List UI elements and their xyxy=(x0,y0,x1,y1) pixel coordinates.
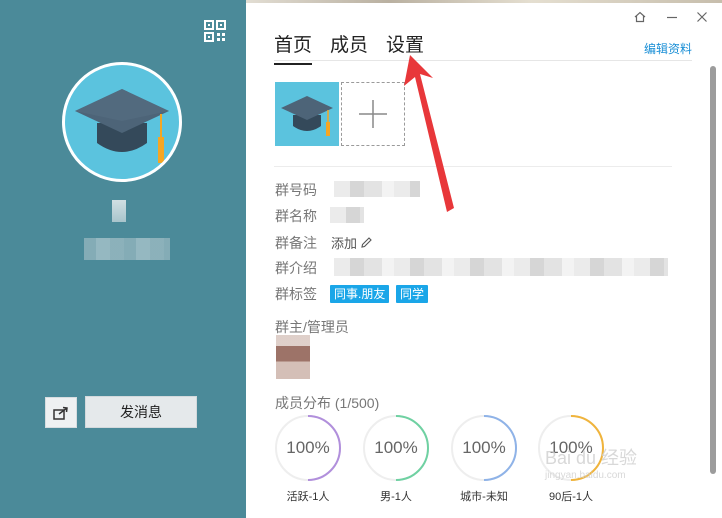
group-number-value xyxy=(334,181,420,197)
gauge-gender: 100% xyxy=(361,413,431,483)
edit-profile-link[interactable]: 编辑资料 xyxy=(644,40,692,57)
gauge-value: 100% xyxy=(374,438,418,457)
gauge-value: 100% xyxy=(286,438,330,457)
group-number-row: 群号码 xyxy=(275,180,327,200)
vertical-scrollbar[interactable] xyxy=(710,66,716,474)
gauge-value: 100% xyxy=(462,438,506,457)
plus-icon xyxy=(359,100,387,128)
group-name-label: 群名称 xyxy=(275,208,317,224)
group-intro-value xyxy=(334,258,668,276)
group-avatar[interactable] xyxy=(62,62,182,182)
group-number-redacted xyxy=(84,238,170,260)
group-photo-thumbnail[interactable] xyxy=(275,82,339,146)
tab-divider xyxy=(274,60,692,61)
section-divider xyxy=(274,166,672,167)
group-note-row: 群备注 xyxy=(275,233,327,253)
distribution-title: 成员分布 (1/500) xyxy=(275,395,380,411)
send-message-button[interactable]: 发消息 xyxy=(85,396,197,428)
group-intro-label: 群介绍 xyxy=(275,260,317,276)
admin-avatar[interactable] xyxy=(276,335,310,379)
watermark-url: jingyan.baidu.com xyxy=(545,470,626,481)
gauge-city: 100% xyxy=(449,413,519,483)
gauge-active: 100% xyxy=(273,413,343,483)
admins-title: 群主/管理员 xyxy=(275,319,349,335)
gauge-label: 活跃-1人 xyxy=(286,491,330,503)
group-note-label: 群备注 xyxy=(275,235,317,251)
group-name-redacted xyxy=(112,200,126,222)
group-tags-row: 群标签 xyxy=(275,284,327,304)
add-note-label: 添加 xyxy=(331,236,358,251)
close-icon[interactable] xyxy=(696,11,708,25)
group-profile-sidebar: 发消息 xyxy=(0,0,246,518)
group-number-label: 群号码 xyxy=(275,182,317,198)
share-icon xyxy=(53,406,68,420)
title-strip xyxy=(246,0,722,3)
pencil-icon xyxy=(361,237,372,248)
group-name-row: 群名称 xyxy=(275,206,327,226)
qr-code-icon[interactable] xyxy=(204,20,226,42)
graduation-cap-icon xyxy=(281,96,333,136)
group-name-value xyxy=(330,207,364,223)
graduation-cap-icon xyxy=(75,89,169,163)
gauge-label: 男-1人 xyxy=(380,491,412,503)
tag-chip[interactable]: 同学 xyxy=(396,285,429,303)
group-tags-label: 群标签 xyxy=(275,286,317,302)
minimize-icon[interactable] xyxy=(666,11,678,25)
group-intro-row: 群介绍 xyxy=(275,258,327,278)
gauge-label: 90后-1人 xyxy=(548,491,594,503)
gauge-label: 城市-未知 xyxy=(460,491,508,503)
watermark-text: Bai du 经验 xyxy=(545,448,638,468)
group-info-panel: 首页 成员 设置 编辑资料 群号码 群名称 群备注 添加 群介绍 群标签 同事.… xyxy=(246,0,722,518)
share-button[interactable] xyxy=(45,397,77,428)
add-photo-button[interactable] xyxy=(341,82,405,146)
add-note-link[interactable]: 添加 xyxy=(331,233,373,252)
home-icon[interactable] xyxy=(634,11,646,25)
watermark: Bai du 经验 jingyan.baidu.com xyxy=(545,444,637,481)
tag-chip[interactable]: 同事.朋友 xyxy=(330,285,390,303)
